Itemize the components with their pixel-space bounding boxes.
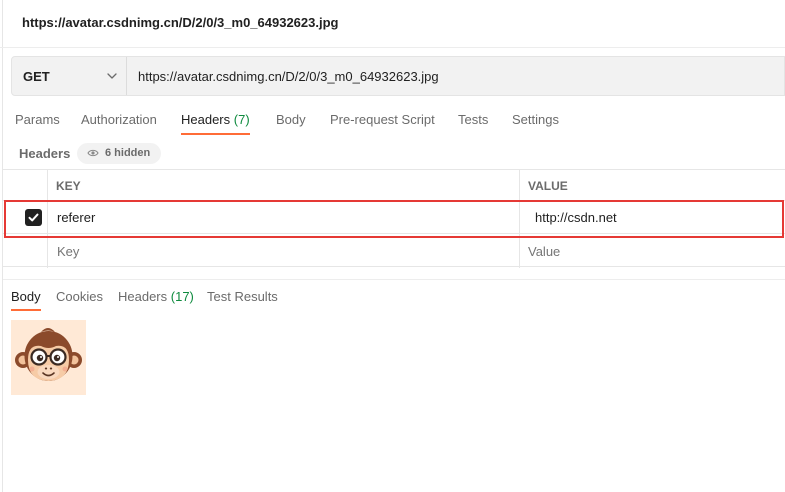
tab-settings[interactable]: Settings [512, 108, 559, 138]
tab-headers[interactable]: Headers (7) [181, 108, 250, 138]
tab-label: Body [11, 289, 41, 304]
response-tab-headers[interactable]: Headers (17) [118, 285, 194, 313]
tab-params[interactable]: Params [15, 108, 60, 138]
url-input[interactable] [138, 57, 784, 95]
tab-count: (17) [170, 289, 194, 304]
new-key-input[interactable] [57, 241, 497, 261]
tab-label: Tests [458, 112, 489, 127]
header-key[interactable]: referer [57, 210, 95, 225]
monkey-avatar-image [11, 320, 86, 395]
request-title-bar: https://avatar.csdnimg.cn/D/2/0/3_m0_649… [0, 0, 785, 48]
tab-label: Authorization [81, 112, 157, 127]
headers-table: KEY VALUE referer http://csdn.net [3, 169, 785, 268]
tab-label: Test Results [207, 289, 278, 304]
url-bar: GET [11, 56, 785, 96]
checkmark-icon [28, 213, 39, 222]
tab-label: Params [15, 112, 60, 127]
table-row: referer http://csdn.net [3, 201, 785, 234]
request-title[interactable]: https://avatar.csdnimg.cn/D/2/0/3_m0_649… [22, 15, 338, 30]
table-header-row: KEY VALUE [3, 169, 785, 201]
response-divider [3, 279, 785, 280]
key-column-header: KEY [56, 179, 81, 193]
tab-label: Headers [181, 112, 231, 127]
method-select[interactable]: GET [12, 57, 127, 95]
tab-label: Body [276, 112, 306, 127]
eye-icon [87, 149, 99, 157]
table-row-new [3, 234, 785, 267]
value-column-header: VALUE [528, 179, 568, 193]
headers-label: Headers [19, 146, 71, 161]
hidden-headers-toggle[interactable]: 6 hidden [77, 143, 161, 164]
new-value-input[interactable] [528, 241, 768, 261]
tab-label: Settings [512, 112, 559, 127]
header-value[interactable]: http://csdn.net [535, 210, 617, 225]
response-tab-cookies[interactable]: Cookies [56, 285, 103, 313]
hidden-count: 6 hidden [105, 147, 151, 159]
tab-pre-request-script[interactable]: Pre-request Script [330, 108, 435, 138]
response-image-preview [11, 320, 86, 395]
response-tab-body[interactable]: Body [11, 285, 41, 313]
response-tab-test-results[interactable]: Test Results [207, 285, 278, 313]
tab-label: Headers [118, 289, 168, 304]
tab-label: Pre-request Script [330, 112, 435, 127]
row-enabled-checkbox[interactable] [25, 209, 42, 226]
tab-authorization[interactable]: Authorization [81, 108, 157, 138]
tab-body[interactable]: Body [276, 108, 306, 138]
method-label: GET [23, 69, 50, 84]
tab-tests[interactable]: Tests [458, 108, 488, 138]
chevron-down-icon [107, 73, 117, 79]
tab-label: Cookies [56, 289, 103, 304]
tab-count: (7) [233, 112, 250, 127]
